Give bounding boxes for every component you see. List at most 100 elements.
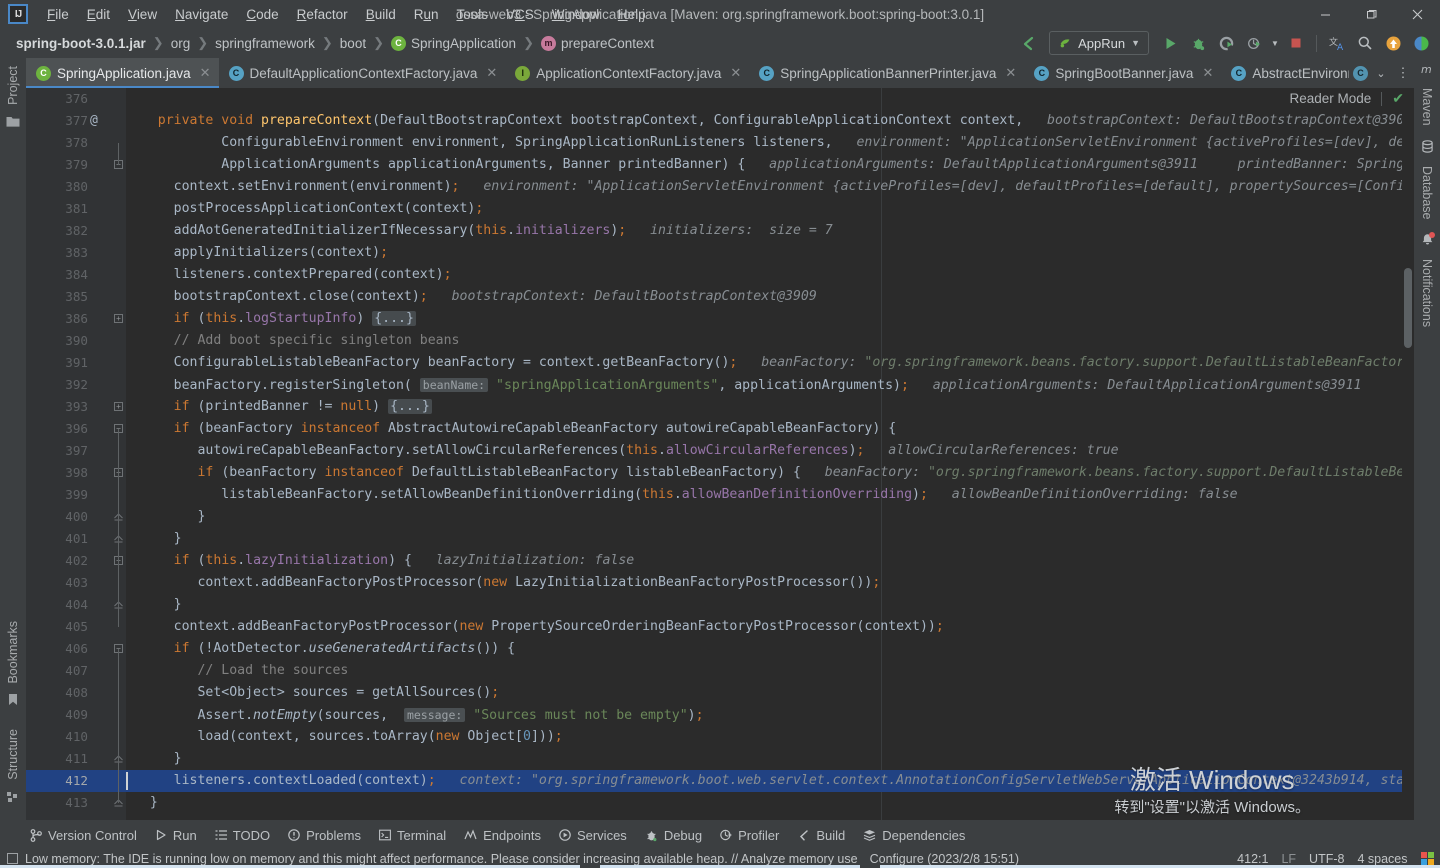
- tool-button-debug[interactable]: Debug: [637, 825, 710, 846]
- notifications-icon[interactable]: [1421, 232, 1435, 251]
- tool-button-terminal[interactable]: Terminal: [371, 825, 454, 846]
- code-line[interactable]: 413 }: [26, 792, 1414, 814]
- run-button[interactable]: [1157, 31, 1183, 55]
- code-line[interactable]: 392 beanFactory.registerSingleton( beanN…: [26, 374, 1414, 396]
- sidebar-item-structure[interactable]: Structure: [6, 721, 20, 788]
- profile-button[interactable]: [1241, 31, 1267, 55]
- tab-applicationcontextfactory-java[interactable]: I ApplicationContextFactory.java ✕: [505, 58, 749, 88]
- tool-button-dependencies[interactable]: Dependencies: [855, 825, 973, 846]
- close-icon[interactable]: ✕: [486, 65, 497, 81]
- code-line[interactable]: 403 context.addBeanFactoryPostProcessor(…: [26, 572, 1414, 594]
- sidebar-item-maven[interactable]: Maven: [1420, 80, 1434, 134]
- minimize-button[interactable]: [1302, 0, 1348, 28]
- menu-view[interactable]: View: [119, 3, 166, 26]
- breadcrumb-item-jar[interactable]: spring-boot-3.0.1.jar: [12, 35, 150, 52]
- fold-expand-icon[interactable]: +: [114, 402, 123, 411]
- close-icon[interactable]: ✕: [730, 65, 741, 81]
- tab-springapplicationbannerprinter-java[interactable]: C SpringApplicationBannerPrinter.java ✕: [749, 58, 1024, 88]
- code-line[interactable]: 379− ApplicationArguments applicationArg…: [26, 154, 1414, 176]
- menu-refactor[interactable]: Refactor: [288, 3, 357, 26]
- code-line[interactable]: 407 // Load the sources: [26, 660, 1414, 682]
- tab-springbootbanner-java[interactable]: C SpringBootBanner.java ✕: [1024, 58, 1221, 88]
- update-project-icon[interactable]: [1380, 31, 1406, 55]
- breadcrumb-item-preparecontext[interactable]: m prepareContext: [537, 35, 658, 52]
- menu-edit[interactable]: Edit: [78, 3, 119, 26]
- fold-expand-icon[interactable]: +: [114, 314, 123, 323]
- run-with-coverage-button[interactable]: [1213, 31, 1239, 55]
- code-line[interactable]: 385 bootstrapContext.close(context); boo…: [26, 286, 1414, 308]
- build-arrow-icon[interactable]: [1015, 31, 1041, 55]
- code-line[interactable]: 384 listeners.contextPrepared(context);: [26, 264, 1414, 286]
- code-line[interactable]: 408 Set<Object> sources = getAllSources(…: [26, 682, 1414, 704]
- search-icon[interactable]: [1352, 31, 1378, 55]
- code-line[interactable]: 381 postProcessApplicationContext(contex…: [26, 198, 1414, 220]
- sidebar-item-database[interactable]: Database: [1420, 158, 1434, 228]
- code-lines[interactable]: 376 377 @ private void prepareContext(Defa…: [26, 88, 1414, 820]
- maven-icon[interactable]: m: [1421, 62, 1434, 80]
- code-line[interactable]: 410 load(context, sources.toArray(new Ob…: [26, 726, 1414, 748]
- menu-code[interactable]: Code: [237, 3, 287, 26]
- ai-assistant-icon[interactable]: [1408, 31, 1434, 55]
- tool-button-build[interactable]: Build: [789, 825, 853, 846]
- stop-button[interactable]: [1283, 31, 1309, 55]
- code-line[interactable]: 411 }: [26, 748, 1414, 770]
- tool-button-profiler[interactable]: Profiler: [712, 825, 787, 846]
- editor-vertical-scrollbar[interactable]: [1402, 88, 1414, 820]
- run-configuration-selector[interactable]: AppRun ▼: [1049, 31, 1149, 55]
- code-line[interactable]: 399 listableBeanFactory.setAllowBeanDefi…: [26, 484, 1414, 506]
- sidebar-item-project[interactable]: Project: [6, 58, 20, 113]
- status-line-separator[interactable]: LF: [1281, 852, 1296, 866]
- tool-button-services[interactable]: Services: [551, 825, 635, 846]
- annotation-gutter-icon[interactable]: @: [90, 110, 98, 132]
- breadcrumb-item-boot[interactable]: boot: [336, 35, 370, 52]
- code-editor[interactable]: 376 377 @ private void prepareContext(Defa…: [26, 88, 1414, 820]
- structure-icon[interactable]: [7, 790, 19, 808]
- code-line[interactable]: 398− if (beanFactory instanceof DefaultL…: [26, 462, 1414, 484]
- breadcrumb-item-org[interactable]: org: [167, 35, 195, 52]
- code-line[interactable]: 386 + if (this.logStartupInfo) {...}: [26, 308, 1414, 330]
- tool-button-version-control[interactable]: Version Control: [22, 825, 145, 846]
- chevron-down-icon[interactable]: ⌄: [1370, 61, 1392, 85]
- menu-window[interactable]: Window: [543, 3, 609, 26]
- code-line[interactable]: 405 context.addBeanFactoryPostProcessor(…: [26, 616, 1414, 638]
- close-icon[interactable]: ✕: [1202, 65, 1213, 81]
- maximize-restore-button[interactable]: [1348, 0, 1394, 28]
- profile-dropdown-icon[interactable]: ▼: [1269, 31, 1281, 55]
- tool-button-problems[interactable]: Problems: [280, 825, 369, 846]
- inspection-ok-icon[interactable]: ✔: [1392, 90, 1404, 107]
- tabs-more-icon[interactable]: ⋮: [1392, 61, 1414, 85]
- code-line[interactable]: 383 applyInitializers(context);: [26, 242, 1414, 264]
- menu-tools[interactable]: Tools: [448, 3, 498, 26]
- menu-vcs[interactable]: VCS: [497, 3, 543, 26]
- code-line[interactable]: 412 listeners.contextLoaded(context); co…: [26, 770, 1414, 792]
- database-icon[interactable]: [1421, 139, 1434, 158]
- code-line[interactable]: 376: [26, 88, 1414, 110]
- code-line[interactable]: 397 autowireCapableBeanFactory.setAllowC…: [26, 440, 1414, 462]
- code-line[interactable]: 396− if (beanFactory instanceof Abstract…: [26, 418, 1414, 440]
- menu-file[interactable]: File: [38, 3, 78, 26]
- code-line[interactable]: 377 @ private void prepareContext(Default…: [26, 110, 1414, 132]
- tool-button-run[interactable]: Run: [147, 825, 205, 846]
- menu-build[interactable]: Build: [357, 3, 405, 26]
- code-line[interactable]: 401 }: [26, 528, 1414, 550]
- tool-button-todo[interactable]: TODO: [207, 825, 278, 846]
- code-line[interactable]: 393 + if (printedBanner != null) {...}: [26, 396, 1414, 418]
- breadcrumb-item-springframework[interactable]: springframework: [211, 35, 319, 52]
- status-caret-position[interactable]: 412:1: [1237, 852, 1268, 866]
- memory-indicator-icon[interactable]: [7, 853, 18, 864]
- sidebar-item-notifications[interactable]: Notifications: [1420, 251, 1434, 335]
- status-memory-message[interactable]: Low memory: The IDE is running low on me…: [25, 852, 858, 866]
- close-button[interactable]: [1394, 0, 1440, 28]
- menu-run[interactable]: Run: [405, 3, 448, 26]
- code-line[interactable]: 382 addAotGeneratedInitializerIfNecessar…: [26, 220, 1414, 242]
- code-line[interactable]: 390 // Add boot specific singleton beans: [26, 330, 1414, 352]
- scrollbar-thumb[interactable]: [1404, 268, 1412, 348]
- code-line[interactable]: 409 Assert.notEmpty(sources, message: "S…: [26, 704, 1414, 726]
- menu-navigate[interactable]: Navigate: [166, 3, 237, 26]
- sidebar-item-bookmarks[interactable]: Bookmarks: [6, 613, 20, 692]
- status-indent[interactable]: 4 spaces: [1357, 852, 1407, 866]
- bookmark-icon[interactable]: [7, 693, 19, 711]
- tool-button-endpoints[interactable]: Endpoints: [456, 825, 549, 846]
- tab-springapplication-java[interactable]: C SpringApplication.java ✕: [26, 58, 219, 88]
- code-line[interactable]: 402− if (this.lazyInitialization) { lazy…: [26, 550, 1414, 572]
